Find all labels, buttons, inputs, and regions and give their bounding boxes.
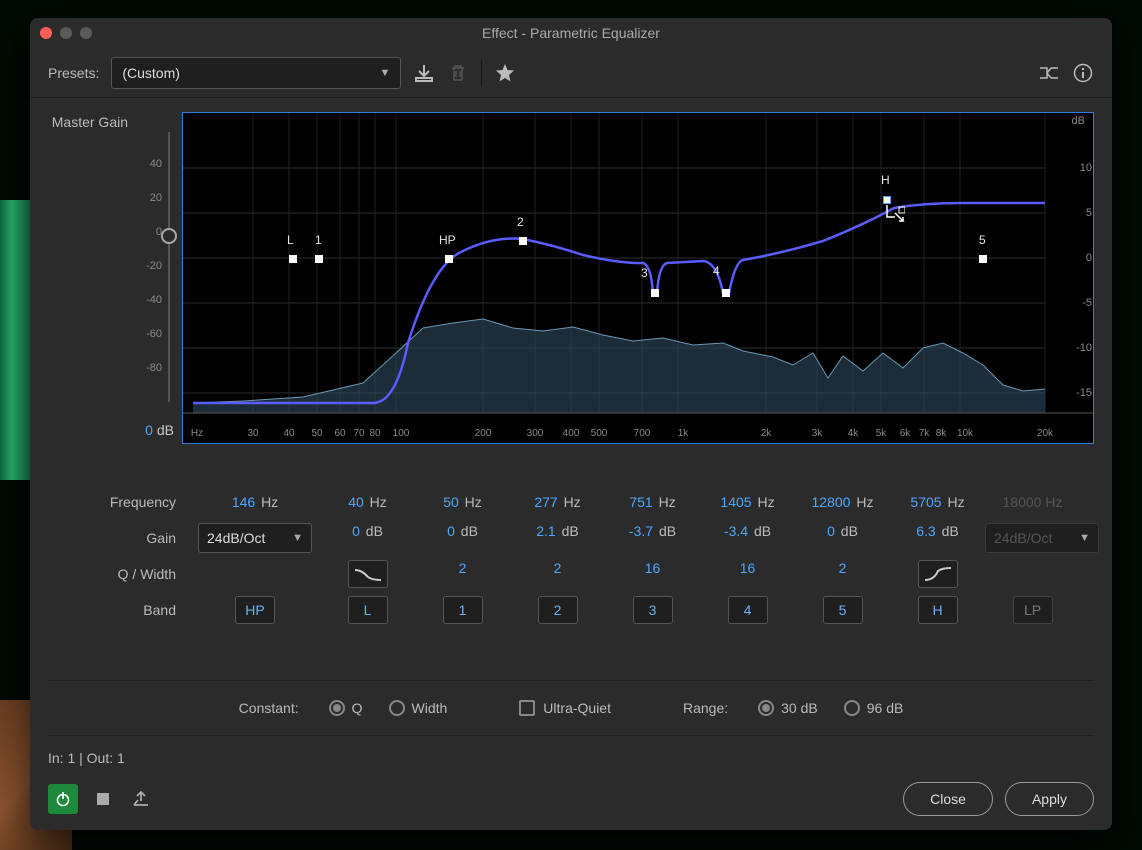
band-2-button[interactable]: 2: [538, 596, 578, 624]
node-label-5: 5: [979, 233, 986, 247]
node-label-H: H: [881, 173, 890, 187]
range-30-radio[interactable]: 30 dB: [758, 700, 818, 716]
node-label-1: 1: [315, 233, 322, 247]
node-handle-5[interactable]: [979, 255, 987, 263]
delete-preset-icon[interactable]: [447, 62, 469, 84]
b5-freq[interactable]: 12800: [812, 494, 851, 510]
l-gain[interactable]: 0: [352, 523, 360, 539]
b4-freq[interactable]: 1405: [720, 494, 751, 510]
node-label-3: 3: [641, 266, 648, 280]
b4-gain[interactable]: -3.4: [724, 523, 748, 539]
info-icon[interactable]: [1072, 62, 1094, 84]
l-freq[interactable]: 40: [348, 494, 364, 510]
master-gain-thumb[interactable]: [161, 228, 177, 244]
window-title: Effect - Parametric Equalizer: [30, 25, 1112, 41]
constant-q-radio[interactable]: Q: [329, 700, 363, 716]
b2-freq[interactable]: 277: [534, 494, 557, 510]
b2-q[interactable]: 2: [554, 560, 562, 576]
range-label: Range:: [683, 700, 728, 716]
node-handle-2[interactable]: [519, 237, 527, 245]
q-label: Q / Width: [48, 566, 190, 582]
hp-freq[interactable]: 146: [232, 494, 255, 510]
b3-q[interactable]: 16: [645, 560, 661, 576]
high-shelf-button[interactable]: [918, 560, 958, 588]
presets-value: (Custom): [122, 65, 180, 81]
hp-slope-dropdown[interactable]: 24dB/Oct▼: [198, 523, 312, 553]
effect-dialog: Effect - Parametric Equalizer Presets: (…: [30, 18, 1112, 830]
b4-q[interactable]: 16: [740, 560, 756, 576]
b3-gain[interactable]: -3.7: [629, 523, 653, 539]
node-handle-HP[interactable]: [445, 255, 453, 263]
b1-gain[interactable]: 0: [447, 523, 455, 539]
stop-icon[interactable]: [90, 786, 116, 812]
low-shelf-button[interactable]: [348, 560, 388, 588]
lp-freq: 18000: [1003, 494, 1042, 510]
presets-dropdown[interactable]: (Custom) ▼: [111, 57, 401, 89]
node-handle-3[interactable]: [651, 289, 659, 297]
master-gain-unit: dB: [157, 422, 174, 438]
band-l-button[interactable]: L: [348, 596, 388, 624]
band-hp-button[interactable]: HP: [235, 596, 275, 624]
power-button[interactable]: [48, 784, 78, 814]
close-window-icon[interactable]: [40, 27, 52, 39]
b2-gain[interactable]: 2.1: [536, 523, 555, 539]
band-4-button[interactable]: 4: [728, 596, 768, 624]
lp-slope-dropdown: 24dB/Oct▼: [985, 523, 1099, 553]
band-1-button[interactable]: 1: [443, 596, 483, 624]
apply-button[interactable]: Apply: [1005, 782, 1094, 816]
h-freq[interactable]: 5705: [910, 494, 941, 510]
gain-label: Gain: [48, 530, 190, 546]
presets-label: Presets:: [48, 65, 99, 81]
master-gain-value[interactable]: 0: [145, 422, 153, 438]
routing-icon[interactable]: [1038, 62, 1060, 84]
x-unit: Hz: [191, 428, 203, 439]
band-h-button[interactable]: H: [918, 596, 958, 624]
eq-plot[interactable]: L 1 HP 2 3 4 H 5: [182, 112, 1094, 444]
right-db-scale: 10 5 0 -5 -10 -15: [1052, 112, 1092, 444]
range-96-radio[interactable]: 96 dB: [844, 700, 904, 716]
constant-width-radio[interactable]: Width: [389, 700, 448, 716]
favorite-icon[interactable]: [494, 62, 516, 84]
b3-freq[interactable]: 751: [629, 494, 652, 510]
node-label-HP: HP: [439, 233, 456, 247]
export-icon[interactable]: [128, 786, 154, 812]
band-5-button[interactable]: 5: [823, 596, 863, 624]
save-preset-icon[interactable]: [413, 62, 435, 84]
titlebar: Effect - Parametric Equalizer: [30, 18, 1112, 48]
b1-q[interactable]: 2: [459, 560, 467, 576]
chevron-down-icon: ▼: [292, 532, 303, 544]
node-handle-L[interactable]: [289, 255, 297, 263]
node-label-4: 4: [713, 264, 720, 278]
band-lp-button[interactable]: LP: [1013, 596, 1053, 624]
h-gain[interactable]: 6.3: [916, 523, 935, 539]
close-button[interactable]: Close: [903, 782, 993, 816]
minimize-window-icon[interactable]: [60, 27, 72, 39]
chevron-down-icon: ▼: [379, 67, 390, 79]
node-label-L: L: [287, 233, 294, 247]
master-gain-label: Master Gain: [48, 112, 128, 130]
band-label: Band: [48, 602, 190, 618]
io-text: In: 1 | Out: 1: [48, 750, 1094, 766]
node-handle-1[interactable]: [315, 255, 323, 263]
b1-freq[interactable]: 50: [443, 494, 459, 510]
toolbar: Presets: (Custom) ▼: [30, 48, 1112, 98]
node-handle-4[interactable]: [722, 289, 730, 297]
zoom-window-icon[interactable]: [80, 27, 92, 39]
constant-label: Constant:: [239, 700, 299, 716]
b5-gain[interactable]: 0: [827, 523, 835, 539]
ultra-quiet-checkbox[interactable]: Ultra-Quiet: [519, 700, 611, 716]
options-row: Constant: Q Width Ultra-Quiet Range: 30 …: [48, 680, 1094, 736]
master-gain-slider[interactable]: 40 20 0 -20 -40 -60 -80: [134, 112, 176, 442]
band-3-button[interactable]: 3: [633, 596, 673, 624]
node-label-2: 2: [517, 215, 524, 229]
frequency-label: Frequency: [48, 494, 190, 510]
b5-q[interactable]: 2: [839, 560, 847, 576]
